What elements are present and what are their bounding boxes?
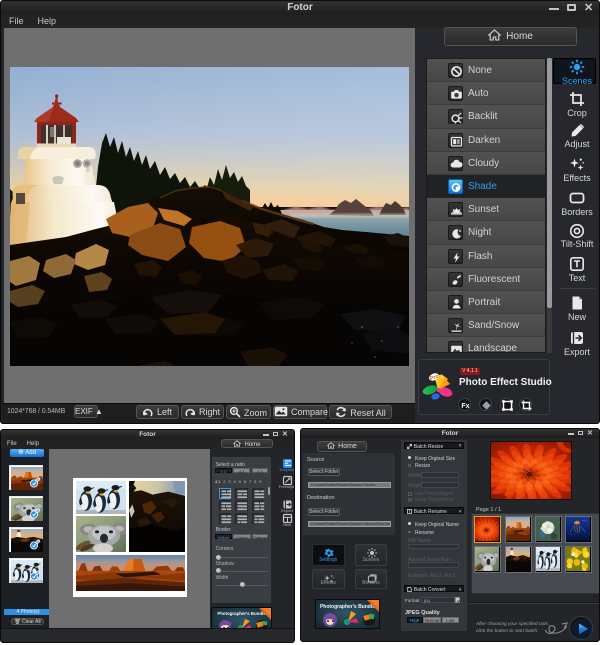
svg-text:T: T: [408, 510, 411, 514]
svg-text:Fx: Fx: [461, 403, 469, 410]
